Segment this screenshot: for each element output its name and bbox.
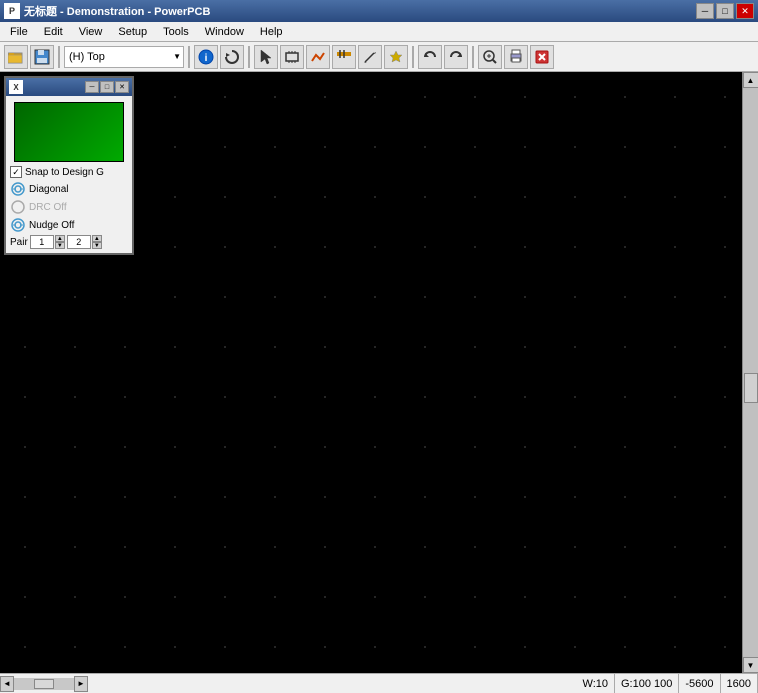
status-coord: -5600 — [679, 674, 720, 693]
redo-button[interactable] — [444, 45, 468, 69]
nudge-label: Nudge Off — [29, 220, 74, 231]
panel-restore-button[interactable]: □ — [100, 81, 114, 93]
app-icon: P — [4, 3, 20, 19]
drc-label: DRC Off — [29, 202, 67, 213]
component-button[interactable] — [280, 45, 304, 69]
scroll-right-button[interactable]: ► — [74, 676, 88, 692]
svg-text:i: i — [205, 53, 208, 64]
canvas-area[interactable]: X ─ □ ✕ ✓ Snap to Design G — [0, 72, 742, 673]
snap-checkbox[interactable]: ✓ — [10, 166, 22, 178]
spin-arrows-1: ▲ ▼ — [55, 235, 65, 249]
title-bar-left: P 无标题 - Demonstration - PowerPCB — [4, 3, 210, 19]
snap-label: Snap to Design G — [25, 167, 104, 178]
scroll-left-button[interactable]: ◄ — [0, 676, 14, 692]
refresh-button[interactable] — [220, 45, 244, 69]
menu-edit[interactable]: Edit — [36, 24, 71, 40]
status-g: G:100 100 — [615, 674, 679, 693]
panel-minimize-button[interactable]: ─ — [85, 81, 99, 93]
dropdown-arrow: ▼ — [173, 52, 181, 61]
star-button[interactable] — [384, 45, 408, 69]
separator-4 — [412, 46, 414, 68]
drc-icon — [10, 199, 26, 215]
delete-button[interactable] — [530, 45, 554, 69]
undo-button[interactable] — [418, 45, 442, 69]
menu-tools[interactable]: Tools — [155, 24, 197, 40]
diagonal-icon — [10, 181, 26, 197]
window-title: 无标题 - Demonstration - PowerPCB — [24, 3, 210, 19]
pair-spinner-2[interactable] — [67, 235, 91, 249]
layer-dropdown[interactable]: (H) Top ▼ — [64, 46, 184, 68]
separator-3 — [248, 46, 250, 68]
spinner-group-2: ▲ ▼ — [67, 235, 102, 249]
snap-row: ✓ Snap to Design G — [10, 166, 128, 178]
floating-panel: X ─ □ ✕ ✓ Snap to Design G — [4, 76, 134, 255]
layer-label: (H) Top — [69, 51, 105, 63]
menu-help[interactable]: Help — [252, 24, 291, 40]
pencil-button[interactable] — [358, 45, 382, 69]
main-area: X ─ □ ✕ ✓ Snap to Design G — [0, 72, 758, 673]
spin-down-1[interactable]: ▼ — [55, 242, 65, 249]
status-bar: ◄ ► W:10 G:100 100 -5600 1600 — [0, 673, 758, 693]
route-button[interactable] — [306, 45, 330, 69]
menu-window[interactable]: Window — [197, 24, 252, 40]
panel-icon: X — [9, 80, 23, 94]
zoom-button[interactable] — [478, 45, 502, 69]
save-button[interactable] — [30, 45, 54, 69]
close-button[interactable]: ✕ — [736, 3, 754, 19]
title-bar-buttons: ─ □ ✕ — [696, 3, 754, 19]
menu-bar: File Edit View Setup Tools Window Help — [0, 22, 758, 42]
panel-close-button[interactable]: ✕ — [115, 81, 129, 93]
separator-2 — [188, 46, 190, 68]
spin-up-1[interactable]: ▲ — [55, 235, 65, 242]
panel-body: ✓ Snap to Design G Diagonal DRC Off — [6, 96, 132, 253]
status-zoom: 1600 — [721, 674, 758, 693]
separator-5 — [472, 46, 474, 68]
print-button[interactable] — [504, 45, 528, 69]
nudge-row: Nudge Off — [10, 217, 128, 233]
diagonal-row: Diagonal — [10, 181, 128, 197]
info-button[interactable]: i — [194, 45, 218, 69]
scroll-track-bottom[interactable] — [14, 678, 74, 690]
spin-up-2[interactable]: ▲ — [92, 235, 102, 242]
menu-file[interactable]: File — [2, 24, 36, 40]
panel-buttons: ─ □ ✕ — [85, 81, 129, 93]
pair-spinner-1[interactable] — [30, 235, 54, 249]
menu-setup[interactable]: Setup — [110, 24, 155, 40]
title-bar: P 无标题 - Demonstration - PowerPCB ─ □ ✕ — [0, 0, 758, 22]
spinner-group-1: ▲ ▼ — [30, 235, 65, 249]
drc-row: DRC Off — [10, 199, 128, 215]
scroll-down-button[interactable]: ▼ — [743, 657, 758, 673]
scroll-thumb-right[interactable] — [744, 373, 758, 403]
pair-row: Pair ▲ ▼ ▲ ▼ — [10, 235, 128, 249]
diagonal-label: Diagonal — [29, 184, 68, 195]
separator-1 — [58, 46, 60, 68]
via-button[interactable] — [332, 45, 356, 69]
nudge-icon — [10, 217, 26, 233]
panel-title-bar: X ─ □ ✕ — [6, 78, 132, 96]
spin-down-2[interactable]: ▼ — [92, 242, 102, 249]
scroll-thumb-bottom[interactable] — [34, 679, 54, 689]
scroll-track-right[interactable] — [743, 88, 758, 657]
right-scrollbar: ▲ ▼ — [742, 72, 758, 673]
scroll-up-button[interactable]: ▲ — [743, 72, 758, 88]
scroll-area: ◄ ► — [0, 676, 577, 692]
minimize-button[interactable]: ─ — [696, 3, 714, 19]
restore-button[interactable]: □ — [716, 3, 734, 19]
spin-arrows-2: ▲ ▼ — [92, 235, 102, 249]
menu-view[interactable]: View — [71, 24, 111, 40]
pair-label: Pair — [10, 237, 28, 248]
toolbar: (H) Top ▼ i — [0, 42, 758, 72]
layer-preview — [14, 102, 124, 162]
status-w: W:10 — [577, 674, 615, 693]
open-button[interactable] — [4, 45, 28, 69]
select-button[interactable] — [254, 45, 278, 69]
